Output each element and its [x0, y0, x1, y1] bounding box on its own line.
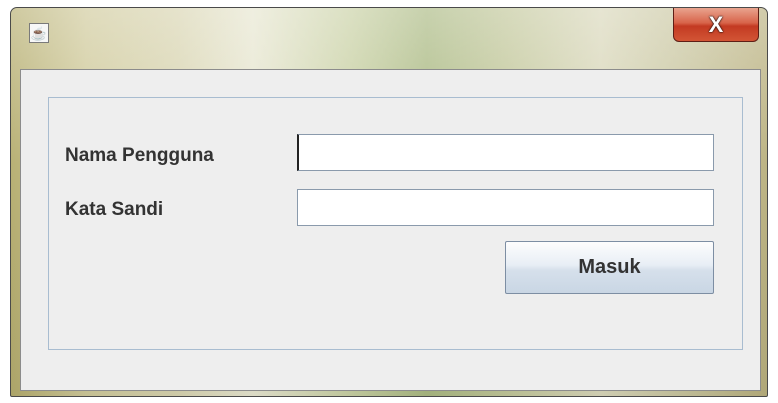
- password-field[interactable]: [297, 189, 714, 226]
- username-label: Nama Pengguna: [65, 145, 214, 166]
- java-coffee-icon[interactable]: ☕: [29, 23, 49, 43]
- login-button[interactable]: Masuk: [505, 241, 714, 294]
- title-bar[interactable]: ☕ X: [11, 8, 767, 68]
- close-icon: X: [708, 11, 724, 37]
- password-label: Kata Sandi: [65, 199, 164, 220]
- close-button[interactable]: X: [673, 8, 759, 42]
- login-window: ☕ X Nama Pengguna Kata Sandi Masuk: [10, 7, 768, 397]
- username-field[interactable]: [297, 134, 714, 171]
- client-area: Nama Pengguna Kata Sandi Masuk: [20, 69, 761, 391]
